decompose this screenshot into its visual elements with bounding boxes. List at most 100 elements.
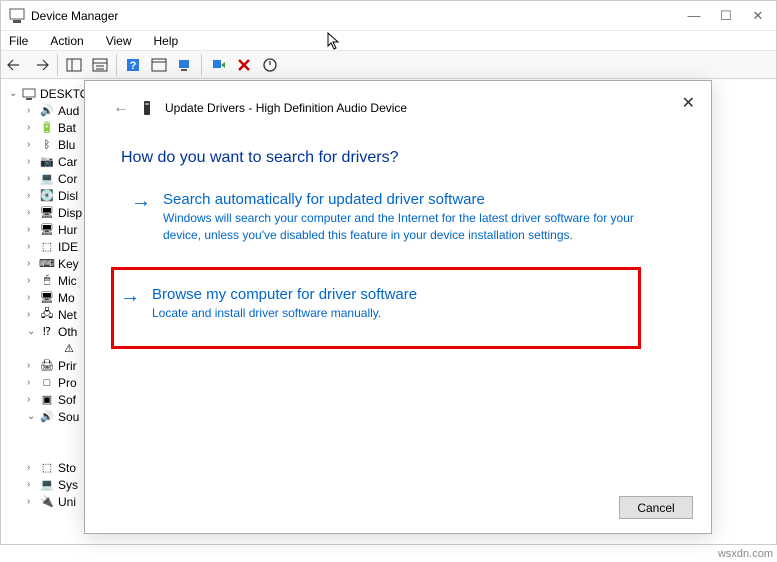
forward-button[interactable] <box>29 53 53 77</box>
disable-button[interactable] <box>258 53 282 77</box>
toolbar-separator <box>201 54 202 76</box>
node-label: Car <box>58 155 77 169</box>
svg-text:?: ? <box>130 60 137 72</box>
device-category-icon: 🔌 <box>39 495 55 509</box>
expand-icon[interactable]: ⌄ <box>27 326 39 337</box>
uninstall-button[interactable] <box>232 53 256 77</box>
app-icon <box>9 8 25 24</box>
device-category-icon: 🖧 <box>39 308 55 322</box>
expand-icon[interactable]: › <box>27 292 39 303</box>
expand-icon[interactable]: › <box>27 190 39 201</box>
close-button[interactable]: ✕ <box>752 10 764 22</box>
device-category-icon <box>61 427 77 441</box>
device-category-icon: 🔋 <box>39 121 55 135</box>
option-description: Locate and install driver software manua… <box>152 305 628 322</box>
device-category-icon: 🖥 <box>39 223 55 237</box>
node-label: Key <box>58 257 79 271</box>
menubar: File Action View Help <box>1 31 776 51</box>
expand-icon[interactable]: ⌄ <box>9 88 21 99</box>
toolbar-separator <box>57 54 58 76</box>
expand-icon[interactable]: › <box>27 241 39 252</box>
node-label: Blu <box>58 138 75 152</box>
toolbar-separator <box>116 54 117 76</box>
back-button[interactable] <box>3 53 27 77</box>
node-label: Pro <box>58 376 77 390</box>
toolbar: ? <box>1 51 776 79</box>
expand-icon[interactable]: › <box>27 207 39 218</box>
expand-icon[interactable]: › <box>27 360 39 371</box>
expand-icon[interactable]: › <box>27 156 39 167</box>
node-label: Sys <box>58 478 78 492</box>
node-label: Mic <box>58 274 77 288</box>
action-button[interactable] <box>147 53 171 77</box>
expand-icon[interactable]: › <box>27 258 39 269</box>
node-label: Oth <box>58 325 77 339</box>
node-label: Aud <box>58 104 79 118</box>
expand-icon[interactable]: › <box>27 309 39 320</box>
node-label: Sto <box>58 461 76 475</box>
dialog-header: ← Update Drivers - High Definition Audio… <box>85 81 711 117</box>
node-label: Cor <box>58 172 77 186</box>
device-category-icon: 💽 <box>39 189 55 203</box>
device-category-icon: ⬚ <box>39 461 55 475</box>
device-category-icon <box>61 444 77 458</box>
window-controls: — ☐ ✕ <box>688 10 764 22</box>
expand-icon[interactable]: › <box>27 224 39 235</box>
menu-action[interactable]: Action <box>46 32 87 50</box>
node-label: Disl <box>58 189 78 203</box>
node-label: Prir <box>58 359 77 373</box>
device-category-icon: 🖥 <box>39 291 55 305</box>
show-hide-console-button[interactable] <box>62 53 86 77</box>
device-category-icon: □ <box>39 376 55 390</box>
update-drivers-dialog: ✕ ← Update Drivers - High Definition Aud… <box>84 80 712 534</box>
device-category-icon: 🔊 <box>39 104 55 118</box>
expand-icon[interactable]: › <box>27 122 39 133</box>
node-label: Sou <box>58 410 79 424</box>
expand-icon[interactable]: › <box>27 496 39 507</box>
titlebar: Device Manager — ☐ ✕ <box>1 1 776 31</box>
expand-icon[interactable]: › <box>27 462 39 473</box>
device-category-icon: 📷 <box>39 155 55 169</box>
menu-help[interactable]: Help <box>150 32 183 50</box>
update-driver-button[interactable] <box>206 53 230 77</box>
menu-file[interactable]: File <box>5 32 32 50</box>
expand-icon[interactable]: › <box>27 275 39 286</box>
window-title: Device Manager <box>31 9 688 23</box>
expand-icon[interactable]: › <box>27 377 39 388</box>
dialog-close-button[interactable]: ✕ <box>682 93 695 113</box>
dialog-back-button[interactable]: ← <box>113 99 129 117</box>
node-label: IDE <box>58 240 78 254</box>
option-description: Windows will search your computer and th… <box>163 210 675 245</box>
dialog-button-row: Cancel <box>619 496 693 519</box>
option-title: Browse my computer for driver software <box>152 286 628 303</box>
node-label: Disp <box>58 206 82 220</box>
expand-icon[interactable]: › <box>27 479 39 490</box>
expand-icon[interactable]: › <box>27 394 39 405</box>
expand-icon[interactable]: ⌄ <box>27 411 39 422</box>
properties-button[interactable] <box>88 53 112 77</box>
device-category-icon: ⚠ <box>61 342 77 356</box>
device-category-icon: 🔊 <box>39 410 55 424</box>
option-text: Search automatically for updated driver … <box>163 191 675 245</box>
menu-view[interactable]: View <box>102 32 136 50</box>
minimize-button[interactable]: — <box>688 10 700 22</box>
expand-icon[interactable]: › <box>27 173 39 184</box>
maximize-button[interactable]: ☐ <box>720 10 732 22</box>
help-button[interactable]: ? <box>121 53 145 77</box>
dialog-heading: How do you want to search for drivers? <box>85 117 711 191</box>
option-search-automatically[interactable]: → Search automatically for updated drive… <box>131 191 675 245</box>
device-icon <box>139 100 155 116</box>
node-label: Net <box>58 308 77 322</box>
device-category-icon: ⁉ <box>39 325 55 339</box>
device-category-icon: 🖱 <box>39 274 55 288</box>
scan-hardware-button[interactable] <box>173 53 197 77</box>
device-category-icon: ▣ <box>39 393 55 407</box>
expand-icon[interactable]: › <box>27 139 39 150</box>
device-category-icon: ᛒ <box>39 138 55 152</box>
option-browse-computer[interactable]: → Browse my computer for driver software… <box>111 267 641 349</box>
node-label: Uni <box>58 495 76 509</box>
device-category-icon <box>21 87 37 101</box>
expand-icon[interactable]: › <box>27 105 39 116</box>
device-category-icon: 💻 <box>39 478 55 492</box>
cancel-button[interactable]: Cancel <box>619 496 693 519</box>
